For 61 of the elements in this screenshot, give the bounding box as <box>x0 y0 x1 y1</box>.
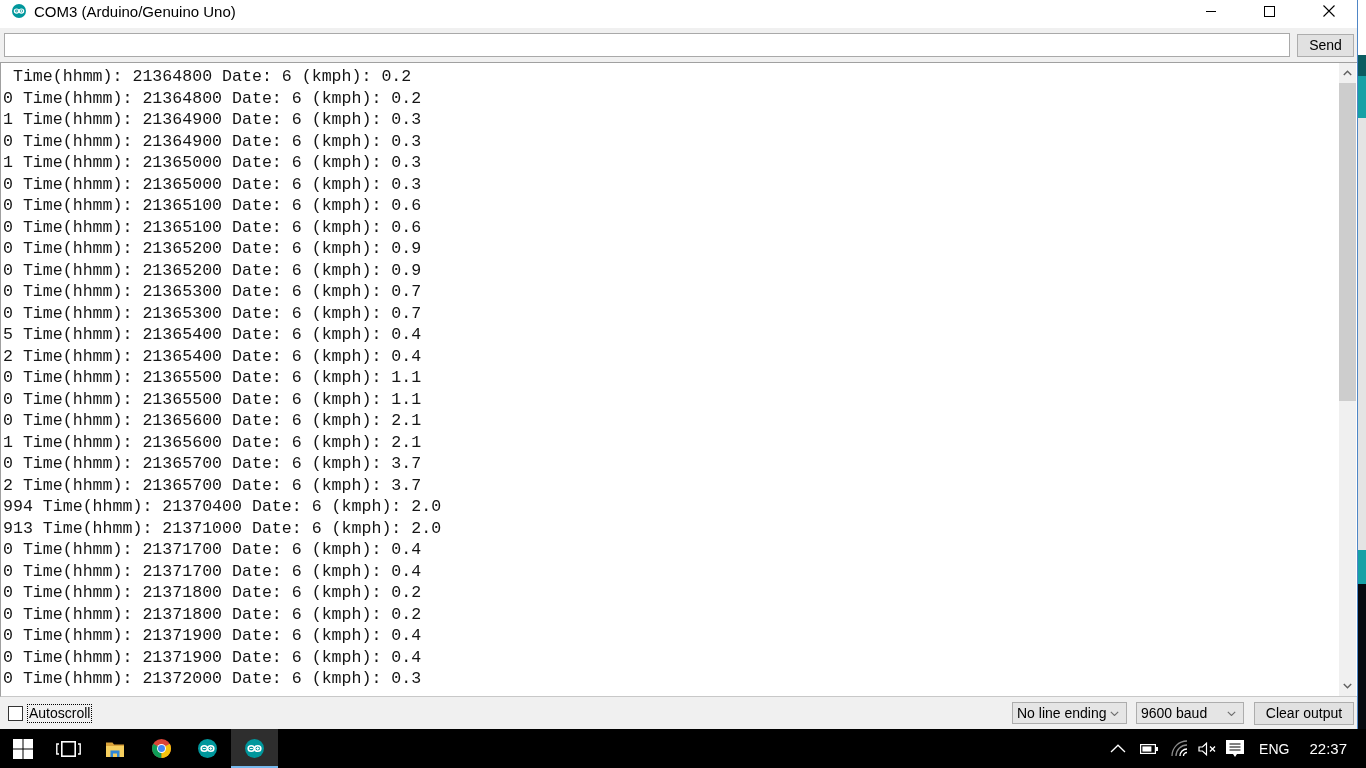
output-line: 0 Time(hhmm): 21365300 Date: 6 (kmph): 0.7 <box>3 281 422 303</box>
maximize-icon[interactable] <box>1264 5 1275 17</box>
output-line: 0 Time(hhmm): 21365100 Date: 6 (kmph): 0.6 <box>3 216 422 238</box>
chevron-down-icon <box>1227 710 1236 716</box>
chevron-down-icon <box>1110 710 1119 716</box>
output-line: 0 Time(hhmm): 21365500 Date: 6 (kmph): 1.1 <box>3 367 422 389</box>
infinity-logo-icon <box>244 739 264 758</box>
output-line: 2 Time(hhmm): 21365400 Date: 6 (kmph): 0.4 <box>3 345 422 367</box>
output-line: 0 Time(hhmm): 21365500 Date: 6 (kmph): 1.1 <box>3 388 422 410</box>
output-line: 0 Time(hhmm): 21371900 Date: 6 (kmph): 0.4 <box>3 625 422 647</box>
output-line: 0 Time(hhmm): 21365100 Date: 6 (kmph): 0.6 <box>3 195 422 217</box>
minimize-icon[interactable] <box>1206 10 1216 12</box>
scroll-down-icon[interactable] <box>1343 683 1352 689</box>
folder-icon[interactable] <box>105 740 124 757</box>
output-line: 994 Time(hhmm): 21370400 Date: 6 (kmph): 2.0 <box>3 496 442 518</box>
output-line: 0 Time(hhmm): 21365600 Date: 6 (kmph): 2.1 <box>3 410 422 432</box>
output-line: Time(hhmm): 21364800 Date: 6 (kmph): 0.2 <box>11 66 412 88</box>
output-line: 0 Time(hhmm): 21365300 Date: 6 (kmph): 0.7 <box>3 302 422 324</box>
output-line: 0 Time(hhmm): 21371700 Date: 6 (kmph): 0.4 <box>3 539 422 561</box>
output-line: 0 Time(hhmm): 21372000 Date: 6 (kmph): 0.3 <box>3 668 422 690</box>
autoscroll-checkbox[interactable] <box>8 705 23 721</box>
infinity-logo-icon[interactable] <box>198 739 218 758</box>
output-line: 5 Time(hhmm): 21365400 Date: 6 (kmph): 0.4 <box>3 324 422 346</box>
output-line: 0 Time(hhmm): 21371700 Date: 6 (kmph): 0.4 <box>3 560 422 582</box>
output-line: 1 Time(hhmm): 21365600 Date: 6 (kmph): 2.1 <box>3 431 422 453</box>
taskbar-button[interactable] <box>231 729 278 768</box>
output-line: 0 Time(hhmm): 21365700 Date: 6 (kmph): 3.7 <box>3 453 422 475</box>
output-line: 0 Time(hhmm): 21364800 Date: 6 (kmph): 0.2 <box>3 87 422 109</box>
output-line: 1 Time(hhmm): 21365000 Date: 6 (kmph): 0.3 <box>3 152 422 174</box>
output-line: 0 Time(hhmm): 21365200 Date: 6 (kmph): 0.9 <box>3 259 422 281</box>
output-line: 0 Time(hhmm): 21364900 Date: 6 (kmph): 0.3 <box>3 130 422 152</box>
windows-logo-icon[interactable] <box>12 738 33 759</box>
message-input[interactable] <box>4 33 1290 57</box>
task-view-icon[interactable] <box>55 740 81 757</box>
speaker-muted-icon[interactable] <box>1198 741 1217 756</box>
scrollbar-thumb[interactable] <box>1339 83 1356 401</box>
wifi-icon[interactable] <box>1171 740 1189 757</box>
output-line: 0 Time(hhmm): 21365000 Date: 6 (kmph): 0.3 <box>3 173 422 195</box>
baud-rate-dropdown[interactable]: 9600 baud <box>1136 702 1244 724</box>
clock[interactable]: 22:37 <box>1309 740 1347 757</box>
output-line: 0 Time(hhmm): 21371800 Date: 6 (kmph): 0.2 <box>3 603 422 625</box>
scroll-up-icon[interactable] <box>1343 70 1352 76</box>
autoscroll-label[interactable]: Autoscroll <box>28 704 92 722</box>
web-browser-icon[interactable] <box>151 739 171 758</box>
output-line: 0 Time(hhmm): 21371900 Date: 6 (kmph): 0.4 <box>3 646 422 668</box>
message-icon[interactable] <box>1226 740 1245 757</box>
vertical-scrollbar[interactable] <box>1339 63 1356 696</box>
battery-icon[interactable] <box>1140 743 1159 754</box>
output-line: 913 Time(hhmm): 21371000 Date: 6 (kmph): 2.0 <box>3 517 442 539</box>
output-line: 0 Time(hhmm): 21365200 Date: 6 (kmph): 0.9 <box>3 238 422 260</box>
close-icon[interactable] <box>1323 5 1335 17</box>
output-line: 1 Time(hhmm): 21364900 Date: 6 (kmph): 0.3 <box>3 109 422 131</box>
caret-up-icon[interactable] <box>1110 744 1127 753</box>
clear-output-button[interactable]: Clear output <box>1254 701 1354 725</box>
infinity-logo-icon <box>12 4 26 18</box>
output-line: 0 Time(hhmm): 21371800 Date: 6 (kmph): 0.2 <box>3 582 422 604</box>
send-button[interactable]: Send <box>1297 33 1354 57</box>
line-ending-dropdown[interactable]: No line ending <box>1012 702 1127 724</box>
window-title: COM3 (Arduino/Genuino Uno) <box>34 2 237 20</box>
language-indicator[interactable]: ENG <box>1259 740 1290 757</box>
output-line: 2 Time(hhmm): 21365700 Date: 6 (kmph): 3.7 <box>3 474 422 496</box>
